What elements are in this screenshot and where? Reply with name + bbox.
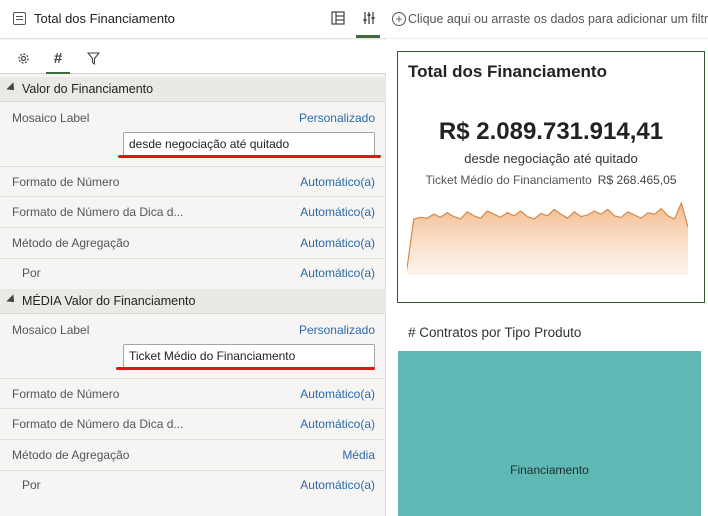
- tile-value: R$ 2.089.731.914,41: [438, 118, 664, 145]
- property-tabs: #: [0, 40, 386, 74]
- treemap-chart[interactable]: Financiamento: [398, 351, 701, 516]
- mosaic-label-input[interactable]: Ticket Médio do Financiamento: [123, 344, 375, 368]
- tile-average-value: R$ 268.465,05: [597, 173, 677, 187]
- row-value[interactable]: Automático(a): [300, 266, 375, 280]
- row-value[interactable]: Automático(a): [300, 417, 375, 431]
- tile-subtitle: desde negociação até quitado: [464, 151, 638, 166]
- properties-sliders-icon[interactable]: [356, 5, 382, 31]
- by-row[interactable]: Por Automático(a): [0, 259, 386, 288]
- filter-bar[interactable]: + Clique aqui ou arraste os dados para a…: [387, 0, 708, 39]
- panel-header: Total dos Financiamento: [0, 0, 386, 39]
- section-title: Valor do Financiamento: [22, 82, 154, 96]
- row-key: Formato de Número da Dica d...: [12, 417, 184, 431]
- row-value[interactable]: Automático(a): [300, 236, 375, 250]
- row-key: Formato de Número: [12, 175, 120, 189]
- mosaic-label-key: Mosaico Label: [12, 111, 90, 125]
- number-format-row[interactable]: Formato de Número Automático(a): [0, 167, 386, 197]
- aggregation-method-row[interactable]: Método de Agregação Média: [0, 440, 386, 471]
- row-value[interactable]: Média: [342, 448, 375, 462]
- tile-title: Total dos Financiamento: [408, 62, 607, 81]
- performance-tile[interactable]: Total dos Financiamento R$ 2.089.731.914…: [397, 51, 705, 303]
- hash-tab-underline: [46, 72, 70, 74]
- mosaic-label-key: Mosaico Label: [12, 323, 90, 337]
- tooltip-number-format-row[interactable]: Formato de Número da Dica d... Automátic…: [0, 197, 386, 228]
- row-key: Método de Agregação: [12, 448, 130, 462]
- row-key: Formato de Número: [12, 387, 120, 401]
- app-root: Total dos Financiamento # Valor do Finan…: [0, 0, 708, 516]
- row-key: Método de Agregação: [12, 236, 130, 250]
- row-value[interactable]: Automático(a): [300, 175, 375, 189]
- row-value[interactable]: Automático(a): [300, 478, 375, 492]
- grammar-panel-icon[interactable]: [325, 5, 351, 31]
- tooltip-number-format-row[interactable]: Formato de Número da Dica d... Automátic…: [0, 409, 386, 440]
- row-key: Formato de Número da Dica d...: [12, 205, 184, 219]
- tile-average: Ticket Médio do Financiamento R$ 268.465,…: [398, 173, 704, 187]
- section-media-valor-financiamento[interactable]: MÉDIA Valor do Financiamento: [0, 289, 386, 314]
- properties-panel: Total dos Financiamento # Valor do Finan…: [0, 0, 386, 516]
- row-value[interactable]: Automático(a): [300, 205, 375, 219]
- tile-average-label: Ticket Médio do Financiamento: [425, 173, 592, 187]
- section-title: MÉDIA Valor do Financiamento: [22, 294, 196, 308]
- row-key: Por: [22, 478, 41, 492]
- sparkline-chart: [407, 201, 688, 275]
- collapse-triangle-icon[interactable]: [6, 294, 18, 306]
- mosaic-label-input[interactable]: desde negociação até quitado: [123, 132, 375, 156]
- filter-bar-hint: Clique aqui ou arraste os dados para adi…: [408, 12, 708, 26]
- filter-funnel-icon[interactable]: [81, 46, 105, 70]
- section-valor-financiamento[interactable]: Valor do Financiamento: [0, 77, 386, 102]
- panel-title: Total dos Financiamento: [34, 11, 175, 26]
- visualization-icon: [13, 12, 26, 25]
- mosaic-label-mode[interactable]: Personalizado: [299, 323, 375, 337]
- aggregation-method-row[interactable]: Método de Agregação Automático(a): [0, 228, 386, 259]
- add-filter-plus-icon[interactable]: +: [392, 12, 406, 26]
- treemap-label: Financiamento: [510, 463, 589, 477]
- settings-gear-icon[interactable]: [11, 46, 35, 70]
- red-underline-annotation: [118, 155, 381, 158]
- collapse-triangle-icon[interactable]: [6, 82, 18, 94]
- treemap-title: # Contratos por Tipo Produto: [408, 325, 582, 340]
- number-format-row[interactable]: Formato de Número Automático(a): [0, 379, 386, 409]
- row-value[interactable]: Automático(a): [300, 387, 375, 401]
- number-format-hash-icon[interactable]: #: [46, 46, 70, 70]
- by-row[interactable]: Por Automático(a): [0, 471, 386, 500]
- active-tab-indicator: [356, 35, 380, 38]
- red-underline-annotation: [116, 367, 375, 370]
- row-key: Por: [22, 266, 41, 280]
- mosaic-label-mode[interactable]: Personalizado: [299, 111, 375, 125]
